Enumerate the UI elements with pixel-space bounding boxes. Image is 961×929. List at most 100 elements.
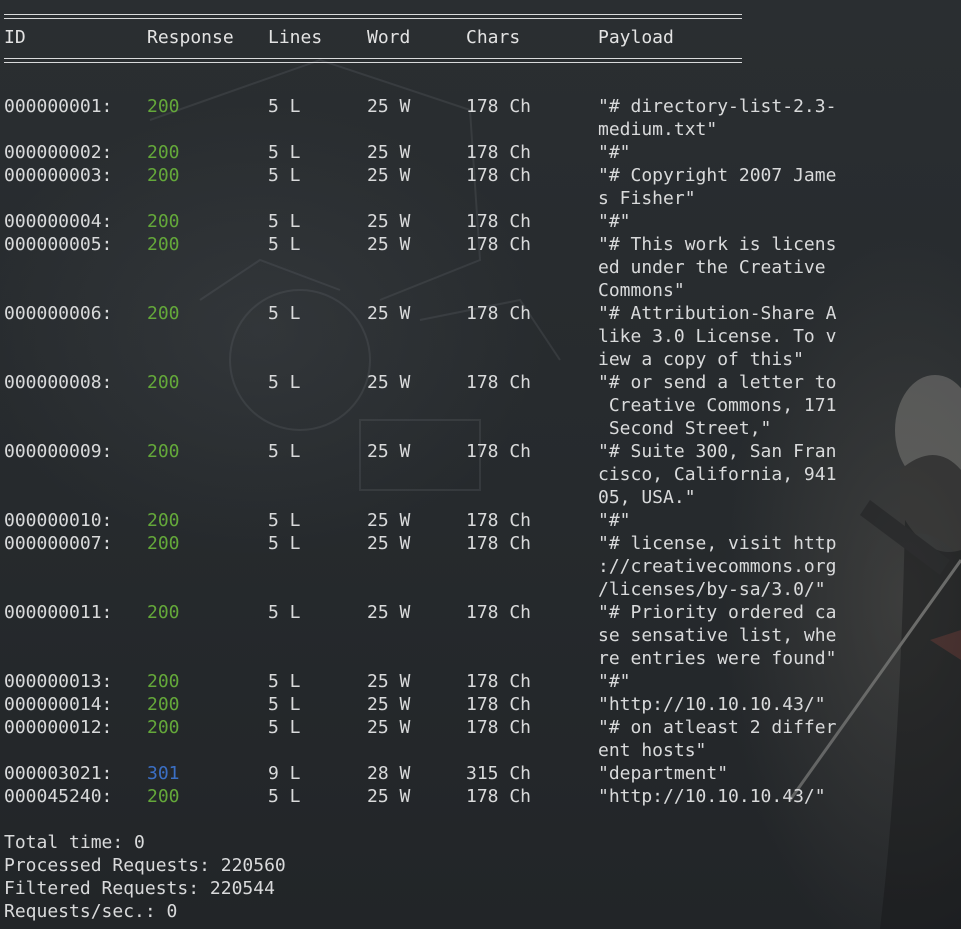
header-response: Response — [147, 27, 234, 48]
row-payload-line: "# on atleast 2 differ — [598, 717, 837, 738]
row-response: 200 — [147, 96, 180, 117]
row-chars: 178 Ch — [466, 717, 532, 738]
row-word: 25 W — [367, 234, 411, 255]
row-lines: 9 L — [268, 763, 301, 784]
row-response: 200 — [147, 671, 180, 692]
row-payload-line: "#" — [598, 211, 631, 232]
row-chars: 178 Ch — [466, 441, 532, 462]
row-payload-line: s Fisher" — [598, 188, 696, 209]
row-payload-line: "#" — [598, 510, 631, 531]
table-row: 000000013: 200 5 L 25 W 178 Ch — [4, 670, 954, 693]
row-chars: 178 Ch — [466, 510, 532, 531]
header-separator — [4, 58, 742, 63]
row-word: 25 W — [367, 694, 411, 715]
row-payload-line: "department" — [598, 763, 729, 784]
row-response: 200 — [147, 211, 180, 232]
row-response: 301 — [147, 763, 180, 784]
row-response: 200 — [147, 165, 180, 186]
row-word: 28 W — [367, 763, 411, 784]
row-lines: 5 L — [268, 96, 301, 117]
row-payload-line: ent hosts" — [598, 740, 707, 761]
row-lines: 5 L — [268, 717, 301, 738]
row-chars: 178 Ch — [466, 694, 532, 715]
row-response: 200 — [147, 372, 180, 393]
row-payload-line: ed under the Creative — [598, 257, 826, 278]
row-lines: 5 L — [268, 510, 301, 531]
summary-requests-per-sec: Requests/sec.: 0 — [4, 901, 178, 922]
row-chars: 178 Ch — [466, 234, 532, 255]
table-row: 000003021: 301 9 L 28 W 315 Ch — [4, 762, 954, 785]
table-row: 000000004: 200 5 L 25 W 178 Ch — [4, 210, 954, 233]
row-lines: 5 L — [268, 303, 301, 324]
row-response: 200 — [147, 142, 180, 163]
row-payload-line: "# Attribution-Share A — [598, 303, 837, 324]
row-response: 200 — [147, 441, 180, 462]
row-word: 25 W — [367, 671, 411, 692]
row-word: 25 W — [367, 717, 411, 738]
row-id: 000000007: — [4, 533, 113, 554]
row-id: 000000002: — [4, 142, 113, 163]
row-payload-line: se sensative list, whe — [598, 625, 837, 646]
header-payload: Payload — [598, 27, 674, 48]
row-payload-line: "# Suite 300, San Fran — [598, 441, 837, 462]
row-chars: 178 Ch — [466, 533, 532, 554]
row-chars: 178 Ch — [466, 602, 532, 623]
row-word: 25 W — [367, 510, 411, 531]
row-lines: 5 L — [268, 234, 301, 255]
summary-processed-requests: Processed Requests: 220560 — [4, 855, 286, 876]
row-response: 200 — [147, 234, 180, 255]
row-payload-line: re entries were found" — [598, 648, 837, 669]
row-id: 000000008: — [4, 372, 113, 393]
row-word: 25 W — [367, 142, 411, 163]
row-response: 200 — [147, 533, 180, 554]
row-payload-line: 05, USA." — [598, 487, 696, 508]
row-word: 25 W — [367, 533, 411, 554]
header-lines: Lines — [268, 27, 323, 48]
row-response: 200 — [147, 303, 180, 324]
row-payload-line: "http://10.10.10.43/" — [598, 786, 826, 807]
row-word: 25 W — [367, 602, 411, 623]
terminal-window[interactable]: ID Response Lines Word Chars Payload 000… — [0, 0, 961, 929]
row-chars: 178 Ch — [466, 786, 532, 807]
row-id: 000000004: — [4, 211, 113, 232]
row-payload-line: "# Copyright 2007 Jame — [598, 165, 837, 186]
row-word: 25 W — [367, 441, 411, 462]
row-payload-line: ://creativecommons.org — [598, 556, 837, 577]
row-id: 000000012: — [4, 717, 113, 738]
row-word: 25 W — [367, 372, 411, 393]
row-id: 000000010: — [4, 510, 113, 531]
row-id: 000000005: — [4, 234, 113, 255]
row-response: 200 — [147, 786, 180, 807]
summary-total-time: Total time: 0 — [4, 832, 145, 853]
row-word: 25 W — [367, 96, 411, 117]
row-chars: 178 Ch — [466, 671, 532, 692]
row-id: 000000013: — [4, 671, 113, 692]
row-id: 000003021: — [4, 763, 113, 784]
row-payload-line: Creative Commons, 171 — [598, 395, 837, 416]
row-word: 25 W — [367, 303, 411, 324]
row-lines: 5 L — [268, 165, 301, 186]
row-lines: 5 L — [268, 694, 301, 715]
row-payload-line: Second Street," — [598, 418, 772, 439]
row-word: 25 W — [367, 786, 411, 807]
header-word: Word — [367, 27, 411, 48]
row-response: 200 — [147, 510, 180, 531]
row-chars: 178 Ch — [466, 211, 532, 232]
row-response: 200 — [147, 717, 180, 738]
row-id: 000000003: — [4, 165, 113, 186]
row-lines: 5 L — [268, 533, 301, 554]
table-row: 000000010: 200 5 L 25 W 178 Ch — [4, 509, 954, 532]
header-chars: Chars — [466, 27, 521, 48]
row-payload-line: "#" — [598, 142, 631, 163]
row-payload-line: "# or send a letter to — [598, 372, 837, 393]
row-word: 25 W — [367, 165, 411, 186]
row-lines: 5 L — [268, 441, 301, 462]
row-lines: 5 L — [268, 142, 301, 163]
row-response: 200 — [147, 602, 180, 623]
row-id: 000000011: — [4, 602, 113, 623]
row-chars: 178 Ch — [466, 96, 532, 117]
top-separator — [4, 14, 742, 19]
row-lines: 5 L — [268, 602, 301, 623]
row-word: 25 W — [367, 211, 411, 232]
row-id: 000000001: — [4, 96, 113, 117]
